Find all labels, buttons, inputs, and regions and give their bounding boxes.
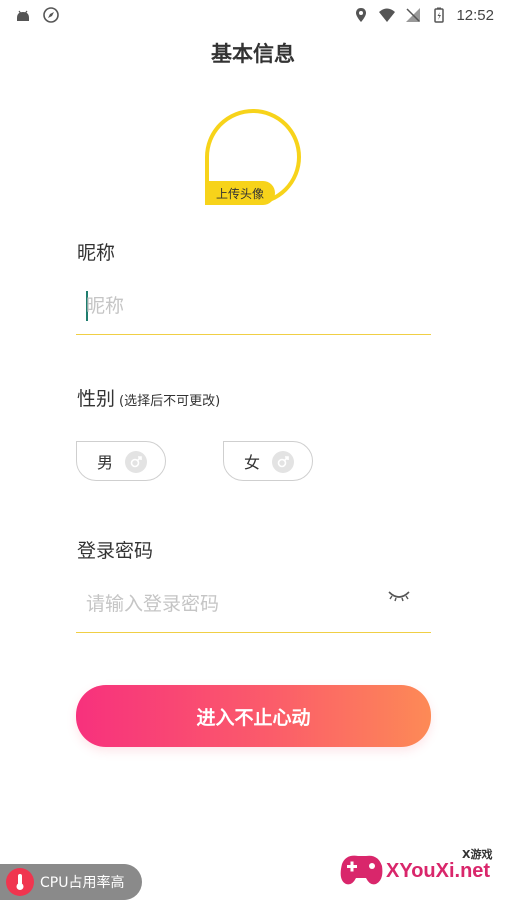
gender-male-button[interactable]: 男 <box>76 441 166 481</box>
site-watermark: X游戏 XYouXi.net <box>334 840 506 900</box>
compass-icon <box>43 7 59 23</box>
nickname-underline <box>76 334 431 335</box>
gender-female-label: 女 <box>244 453 261 472</box>
gender-label: 性别 (选择后不可更改) <box>77 384 220 411</box>
thermometer-icon <box>6 868 34 896</box>
status-left <box>14 6 60 24</box>
no-signal-icon <box>406 8 421 22</box>
male-icon <box>125 451 147 473</box>
gender-label-text: 性别 <box>77 388 116 410</box>
status-bar: 12:52 <box>0 0 506 30</box>
nickname-input[interactable] <box>86 288 386 324</box>
enter-button[interactable]: 进入不止心动 <box>76 685 431 747</box>
password-label: 登录密码 <box>77 540 154 562</box>
status-time: 12:52 <box>456 6 494 24</box>
location-icon <box>356 8 367 22</box>
gender-hint: (选择后不可更改) <box>119 394 221 409</box>
gamepad-logo-icon <box>340 855 383 885</box>
upload-avatar-label: 上传头像 <box>205 181 275 205</box>
nickname-label: 昵称 <box>77 242 116 264</box>
gender-female-button[interactable]: 女 <box>223 441 313 481</box>
watermark-site: XYouXi.net <box>386 860 491 882</box>
avatar-upload[interactable]: 上传头像 <box>205 109 301 205</box>
password-underline <box>76 632 431 633</box>
battery-icon <box>434 7 445 23</box>
wifi-icon <box>379 8 396 22</box>
password-input[interactable] <box>86 586 386 622</box>
status-right: 12:52 <box>352 6 494 24</box>
cpu-usage-text: CPU占用率高 <box>40 875 125 891</box>
cpu-usage-badge[interactable]: CPU占用率高 <box>0 864 142 900</box>
female-icon <box>272 451 294 473</box>
page-title: 基本信息 <box>211 42 295 66</box>
android-icon <box>17 10 29 21</box>
gender-male-label: 男 <box>97 453 114 472</box>
eye-closed-icon[interactable] <box>386 588 412 604</box>
